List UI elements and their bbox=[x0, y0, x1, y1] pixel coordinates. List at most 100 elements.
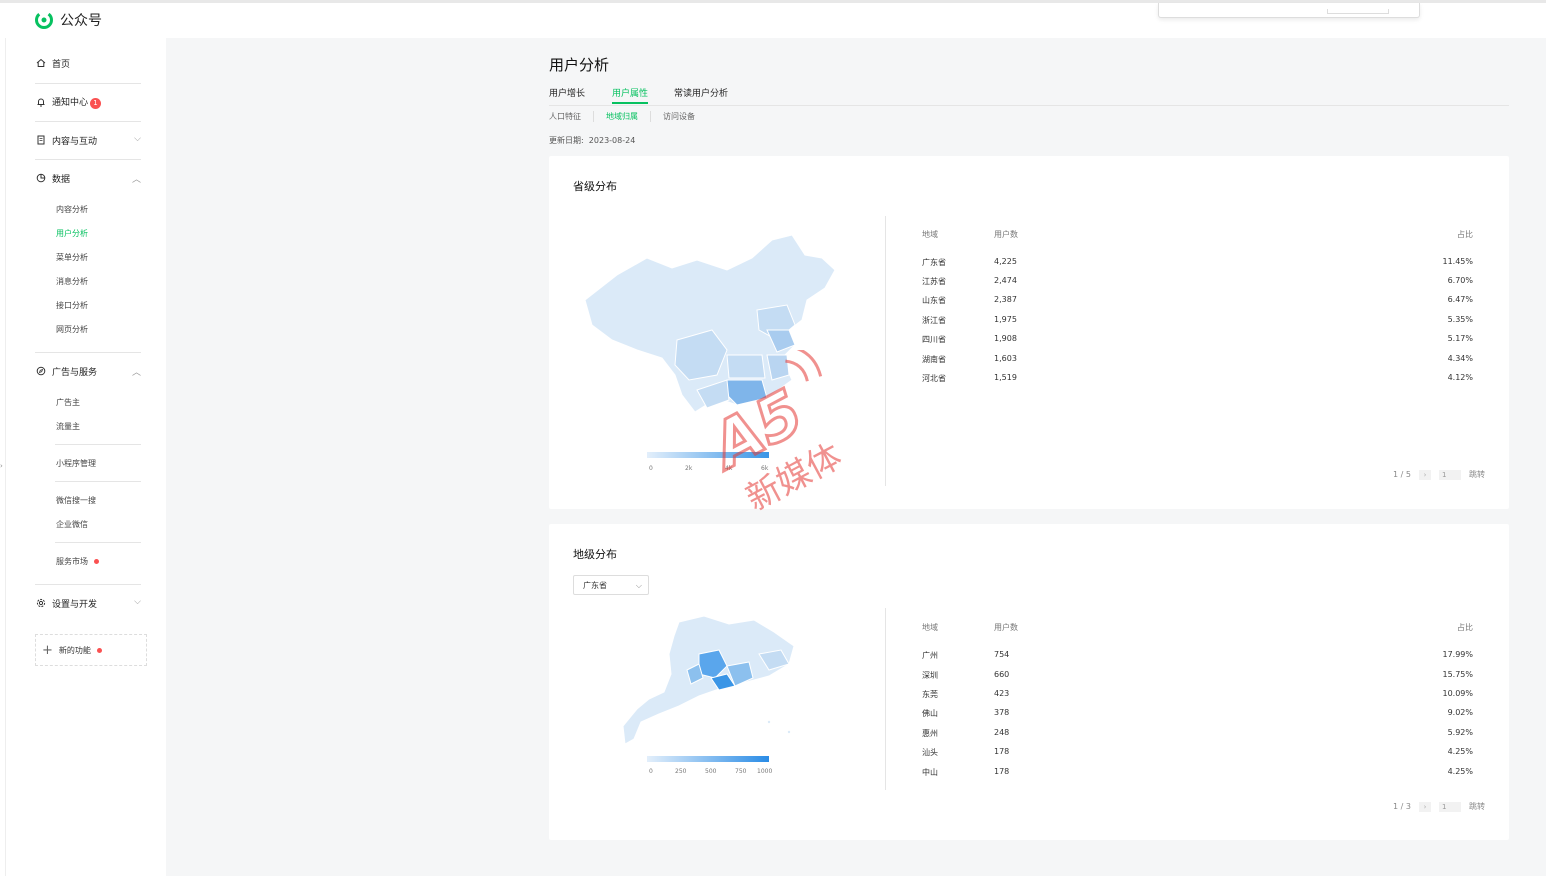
sidebar-subitem-message-analysis[interactable]: 消息分析 bbox=[56, 276, 88, 287]
gear-icon bbox=[36, 598, 46, 608]
bell-icon bbox=[36, 97, 46, 107]
table-row: 山东省 2,387 6.47% bbox=[922, 295, 1473, 307]
cell-region: 深圳 bbox=[922, 671, 938, 680]
sidebar-item-label: 首页 bbox=[52, 59, 71, 70]
next-page-icon[interactable]: › bbox=[1419, 801, 1431, 812]
sidebar-item-notify[interactable]: 通知中心 1 bbox=[36, 92, 141, 112]
sidebar-subitem-miniprogram[interactable]: 小程序管理 bbox=[56, 458, 96, 469]
sidebar-subitem-service-market[interactable]: 服务市场 bbox=[56, 556, 99, 567]
cell-ratio: 4.25% bbox=[1447, 767, 1473, 776]
update-date: 更新日期: 2023-08-24 bbox=[549, 135, 635, 146]
subtab-devices[interactable]: 访问设备 bbox=[650, 111, 707, 122]
sidebar-subitem-webpage-analysis[interactable]: 网页分析 bbox=[56, 324, 88, 335]
cell-users: 178 bbox=[994, 767, 1010, 776]
new-feature-label: 新的功能 bbox=[58, 645, 91, 655]
cell-region: 汕头 bbox=[922, 748, 938, 757]
page-input[interactable]: 1 bbox=[1439, 801, 1461, 812]
popover-button[interactable] bbox=[1327, 9, 1389, 14]
sidebar-subitem-publisher[interactable]: 流量主 bbox=[56, 421, 80, 432]
sidebar-subitem-api-analysis[interactable]: 接口分析 bbox=[56, 300, 88, 311]
chevron-down-icon: ⌵ bbox=[635, 581, 642, 590]
tab-frequent-readers[interactable]: 常读用户分析 bbox=[674, 86, 728, 99]
cell-users: 1,603 bbox=[994, 354, 1017, 363]
cell-users: 423 bbox=[994, 689, 1010, 698]
cell-region: 东莞 bbox=[922, 690, 938, 699]
sidebar-subitem-wechat-search[interactable]: 微信搜一搜 bbox=[56, 495, 96, 506]
cell-ratio: 5.17% bbox=[1447, 334, 1473, 343]
table-row: 惠州 248 5.92% bbox=[922, 728, 1473, 740]
cell-region: 佛山 bbox=[922, 709, 938, 718]
cell-ratio: 5.92% bbox=[1447, 728, 1473, 737]
sidebar-item-content[interactable]: 内容与互动 ⌵ bbox=[36, 130, 141, 150]
jump-button[interactable]: 跳转 bbox=[1469, 801, 1485, 812]
sidebar-item-ads[interactable]: 广告与服务 ︿ bbox=[36, 361, 141, 381]
tab-user-attributes[interactable]: 用户属性 bbox=[612, 86, 649, 104]
cell-users: 378 bbox=[994, 708, 1010, 717]
sidebar-item-home[interactable]: 首页 bbox=[36, 53, 141, 73]
province-select[interactable]: 广东省 ⌵ bbox=[573, 575, 649, 595]
expand-arrow-icon[interactable]: › bbox=[0, 462, 3, 470]
cell-users: 1,975 bbox=[994, 315, 1017, 324]
sidebar-item-label: 通知中心 bbox=[52, 98, 89, 108]
sidebar-subitem-user-analysis[interactable]: 用户分析 bbox=[56, 228, 88, 239]
page-input[interactable]: 1 bbox=[1439, 469, 1461, 480]
province-pagination: 1 / 5 › 1 跳转 bbox=[1393, 469, 1485, 480]
sidebar-subitem-advertiser[interactable]: 广告主 bbox=[56, 397, 80, 408]
cell-users: 248 bbox=[994, 728, 1010, 737]
cell-ratio: 6.47% bbox=[1447, 295, 1473, 304]
notify-badge: 1 bbox=[90, 98, 102, 109]
subtab-demographics[interactable]: 人口特征 bbox=[549, 111, 593, 122]
next-page-icon[interactable]: › bbox=[1419, 469, 1431, 480]
table-header: 地域 用户数 占比 bbox=[922, 622, 1473, 634]
table-row: 汕头 178 4.25% bbox=[922, 747, 1473, 759]
table-row: 广州 754 17.99% bbox=[922, 650, 1473, 662]
subtab-bar: 人口特征 地域归属 访问设备 bbox=[549, 111, 707, 122]
app-logo[interactable]: 公众号 bbox=[34, 10, 102, 30]
legend-label: 1000 bbox=[757, 768, 773, 775]
table-row: 佛山 378 9.02% bbox=[922, 708, 1473, 720]
sidebar-item-label: 服务市场 bbox=[56, 557, 88, 566]
legend-label: 250 bbox=[675, 768, 687, 775]
new-feature-button[interactable]: + 新的功能 bbox=[35, 634, 147, 666]
col-ratio[interactable]: 占比 bbox=[1457, 622, 1473, 633]
sidebar-item-settings[interactable]: 设置与开发 ⌵ bbox=[36, 593, 141, 613]
cell-region: 山东省 bbox=[922, 296, 946, 305]
cell-users: 2,387 bbox=[994, 295, 1017, 304]
cell-users: 2,474 bbox=[994, 276, 1017, 285]
col-users: 用户数 bbox=[994, 623, 1018, 632]
tab-bar: 用户增长 用户属性 常读用户分析 bbox=[549, 86, 1509, 106]
cell-ratio: 17.99% bbox=[1442, 650, 1473, 659]
china-map[interactable] bbox=[577, 230, 839, 416]
cell-users: 1,519 bbox=[994, 373, 1017, 382]
sidebar-subitem-content-analysis[interactable]: 内容分析 bbox=[56, 204, 88, 215]
sidebar-item-data[interactable]: 数据 ︿ bbox=[36, 168, 141, 188]
cell-region: 惠州 bbox=[922, 729, 938, 738]
divider bbox=[35, 121, 141, 122]
jump-button[interactable]: 跳转 bbox=[1469, 469, 1485, 480]
col-ratio[interactable]: 占比 bbox=[1457, 229, 1473, 240]
legend-label: 750 bbox=[735, 768, 747, 775]
sidebar: 首页 通知中心 1 内容与互动 ⌵ 数据 ︿ 内容分析 用户分析 菜单分析 消息分… bbox=[6, 38, 166, 876]
divider bbox=[55, 542, 141, 543]
sidebar-item-label: 设置与开发 bbox=[52, 599, 98, 610]
select-value: 广东省 bbox=[583, 580, 607, 590]
cell-ratio: 11.45% bbox=[1442, 257, 1473, 266]
guangdong-map[interactable] bbox=[619, 614, 799, 749]
cell-ratio: 4.12% bbox=[1447, 373, 1473, 382]
cell-ratio: 4.25% bbox=[1447, 747, 1473, 756]
table-header: 地域 用户数 占比 bbox=[922, 229, 1473, 241]
sidebar-subitem-wework[interactable]: 企业微信 bbox=[56, 519, 88, 530]
city-title: 地级分布 bbox=[573, 548, 617, 561]
sidebar-subitem-menu-analysis[interactable]: 菜单分析 bbox=[56, 252, 88, 263]
sidebar-item-label: 广告与服务 bbox=[52, 367, 98, 378]
city-card: 地级分布 广东省 ⌵ 0 250 500 750 1000 地域 用户数 占比 bbox=[549, 524, 1509, 840]
home-icon bbox=[36, 58, 46, 68]
subtab-region[interactable]: 地域归属 bbox=[593, 111, 650, 122]
cell-users: 754 bbox=[994, 650, 1010, 659]
tab-user-growth[interactable]: 用户增长 bbox=[549, 86, 585, 99]
table-row: 深圳 660 15.75% bbox=[922, 670, 1473, 682]
sidebar-item-label: 数据 bbox=[52, 174, 71, 185]
legend-label: 4k bbox=[725, 465, 733, 472]
table-row: 四川省 1,908 5.17% bbox=[922, 334, 1473, 346]
document-icon bbox=[36, 135, 46, 145]
